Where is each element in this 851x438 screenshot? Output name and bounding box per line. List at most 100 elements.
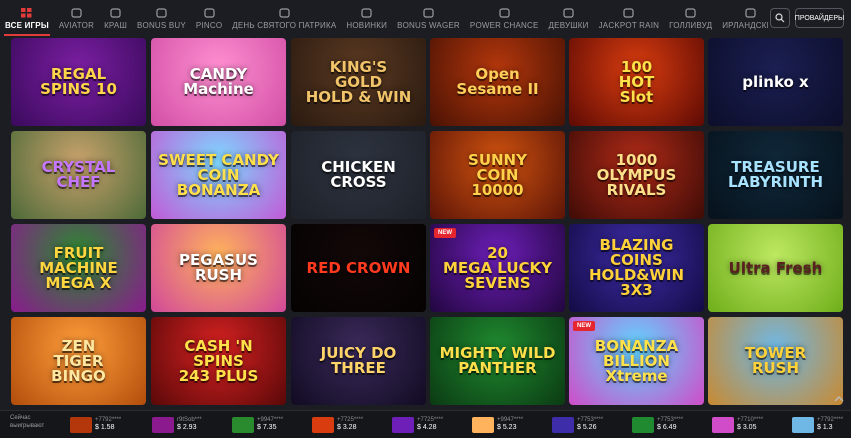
winner-user: +7725**** xyxy=(417,417,444,424)
game-title: REGAL SPINS 10 xyxy=(40,65,117,98)
category-label: BONUS WAGER xyxy=(397,21,460,30)
game-title: FRUIT MACHINE MEGA X xyxy=(39,243,118,292)
game-tile[interactable]: CRYSTAL CHEF xyxy=(11,131,146,219)
game-tile[interactable]: CANDY Machine xyxy=(151,38,286,126)
plane-icon xyxy=(70,8,82,18)
category-tab[interactable]: ГОЛЛИВУД xyxy=(664,0,717,36)
all-games-icon xyxy=(21,8,33,18)
winner-item[interactable]: +7710**** $ 3.05 xyxy=(712,414,763,436)
winner-game-thumbnail xyxy=(712,417,734,433)
game-title: KING'S GOLD HOLD & WIN xyxy=(305,57,412,106)
category-tab[interactable]: КРАШ xyxy=(99,0,132,36)
winner-info: +9947**** $ 7.35 xyxy=(257,417,283,433)
wallet-icon xyxy=(423,8,435,18)
game-tile[interactable]: 20 MEGA LUCKY SEVENS NEW xyxy=(430,224,565,312)
new-badge: NEW xyxy=(573,321,595,331)
category-tab[interactable]: ИРЛАНДСКИЕ xyxy=(717,0,768,36)
game-tile[interactable]: JUICY DO THREE xyxy=(291,317,426,405)
game-tile[interactable]: BLAZING COINS HOLD&WIN 3X3 xyxy=(569,224,704,312)
winner-item[interactable]: +9947**** $ 5.23 xyxy=(472,414,523,436)
category-tab[interactable]: ДЕВУШКИ xyxy=(544,0,594,36)
category-tab[interactable]: BONUS WAGER xyxy=(392,0,465,36)
winner-info: +7753**** $ 5.26 xyxy=(577,417,603,433)
game-tile[interactable]: TREASURE LABYRINTH xyxy=(708,131,843,219)
winner-info: +9947**** $ 5.23 xyxy=(497,417,523,433)
winner-user: +7792**** xyxy=(95,417,122,424)
game-tile[interactable]: ZEN TIGER BINGO xyxy=(11,317,146,405)
category-tab[interactable]: ВСЕ ИГРЫ xyxy=(0,0,54,36)
winner-amount: $ 1.3 xyxy=(817,424,833,432)
game-tile[interactable]: CASH 'N SPINS 243 PLUS xyxy=(151,317,286,405)
providers-button[interactable]: ПРОВАЙДЕРЫ xyxy=(795,8,844,28)
game-tile[interactable]: KING'S GOLD HOLD & WIN xyxy=(291,38,426,126)
scroll-up-button[interactable] xyxy=(832,392,846,406)
winner-game-thumbnail xyxy=(152,417,174,433)
category-tab[interactable]: JACKPOT RAIN xyxy=(594,0,665,36)
game-tile[interactable]: TOWER RUSH xyxy=(708,317,843,405)
game-tile[interactable]: REGAL SPINS 10 xyxy=(11,38,146,126)
category-label: КРАШ xyxy=(104,21,127,30)
winner-amount: $ 7.35 xyxy=(257,424,277,432)
game-tile[interactable]: SUNNY COIN 10000 xyxy=(430,131,565,219)
cart-icon xyxy=(155,8,167,18)
game-title: TOWER RUSH xyxy=(744,344,807,377)
winners-ticker: Сейчас выигрывают +7792**** $ 1.58 r9tSob*… xyxy=(0,410,851,438)
winner-item[interactable]: +7753**** $ 5.26 xyxy=(552,414,603,436)
winner-amount: $ 3.05 xyxy=(737,424,757,432)
winner-info: +7725**** $ 3.28 xyxy=(337,417,363,433)
search-button[interactable] xyxy=(770,8,790,28)
game-tile[interactable]: SWEET CANDY COIN BONANZA xyxy=(151,131,286,219)
winner-amount: $ 5.23 xyxy=(497,424,517,432)
game-tile[interactable]: plinko x xyxy=(708,38,843,126)
category-label: BONUS BUY xyxy=(137,21,186,30)
winner-item[interactable]: +7725**** $ 4.28 xyxy=(392,414,443,436)
winner-item[interactable]: +7792**** $ 1.3 xyxy=(792,414,843,436)
category-label: НОВИНКИ xyxy=(346,21,388,30)
game-tile[interactable]: Open Sesame II xyxy=(430,38,565,126)
chevron-up-icon xyxy=(834,396,844,402)
game-tile[interactable]: MIGHTY WILD PANTHER xyxy=(430,317,565,405)
category-tab[interactable]: PINCO xyxy=(191,0,227,36)
winner-item[interactable]: +7753**** $ 6.49 xyxy=(632,414,683,436)
winner-user: r9tSob*** xyxy=(177,417,202,424)
game-title: PEGASUS RUSH xyxy=(179,251,258,284)
winner-item[interactable]: +7792**** $ 1.58 xyxy=(70,414,121,436)
game-title: MIGHTY WILD PANTHER xyxy=(439,344,556,377)
game-tile[interactable]: 100 HOT Slot xyxy=(569,38,704,126)
game-title: 100 HOT Slot xyxy=(618,57,655,106)
game-title: ZEN TIGER BINGO xyxy=(51,336,106,385)
game-tile[interactable]: CHICKEN CROSS xyxy=(291,131,426,219)
category-label: ВСЕ ИГРЫ xyxy=(5,21,49,30)
winner-game-thumbnail xyxy=(472,417,494,433)
category-tab[interactable]: AVIATOR xyxy=(54,0,99,36)
top-navigation: ВСЕ ИГРЫ AVIATOR КРАШ BONUS BUY PINCO ДЕНЬ СВ… xyxy=(0,0,851,36)
game-title: BLAZING COINS HOLD&WIN 3X3 xyxy=(588,236,685,299)
winner-info: r9tSob*** $ 2.93 xyxy=(177,417,202,433)
winner-info: +7792**** $ 1.58 xyxy=(95,417,121,433)
winner-game-thumbnail xyxy=(70,417,92,433)
game-tile[interactable]: FRUIT MACHINE MEGA X xyxy=(11,224,146,312)
search-icon xyxy=(775,13,785,23)
winner-user: +7753**** xyxy=(657,417,684,424)
game-tile[interactable]: 1000 OLYMPUS RIVALS xyxy=(569,131,704,219)
game-title: SUNNY COIN 10000 xyxy=(468,150,527,199)
winner-user: +9947**** xyxy=(497,417,524,424)
winner-item[interactable]: +9947**** $ 7.35 xyxy=(232,414,283,436)
game-tile[interactable]: Ultra Fresh xyxy=(708,224,843,312)
game-tile[interactable]: RED CROWN xyxy=(291,224,426,312)
category-label: JACKPOT RAIN xyxy=(598,21,660,30)
shamrock-icon xyxy=(744,8,756,18)
category-tab[interactable]: POWER CHANCE xyxy=(465,0,544,36)
winner-item[interactable]: +7725**** $ 3.28 xyxy=(312,414,363,436)
winner-user: +7792**** xyxy=(817,417,844,424)
winner-info: +7753**** $ 6.49 xyxy=(657,417,683,433)
lips-icon xyxy=(563,8,575,18)
category-tab[interactable]: ДЕНЬ СВЯТОГО ПАТРИКА xyxy=(227,0,341,36)
game-title: 1000 OLYMPUS RIVALS xyxy=(596,150,677,199)
category-tab[interactable]: НОВИНКИ xyxy=(341,0,392,36)
game-tile[interactable]: PEGASUS RUSH xyxy=(151,224,286,312)
game-tile[interactable]: BONANZA BILLION Xtreme NEW xyxy=(569,317,704,405)
category-tab[interactable]: BONUS BUY xyxy=(132,0,191,36)
game-title: JUICY DO THREE xyxy=(320,344,397,377)
winner-item[interactable]: r9tSob*** $ 2.93 xyxy=(152,414,202,436)
